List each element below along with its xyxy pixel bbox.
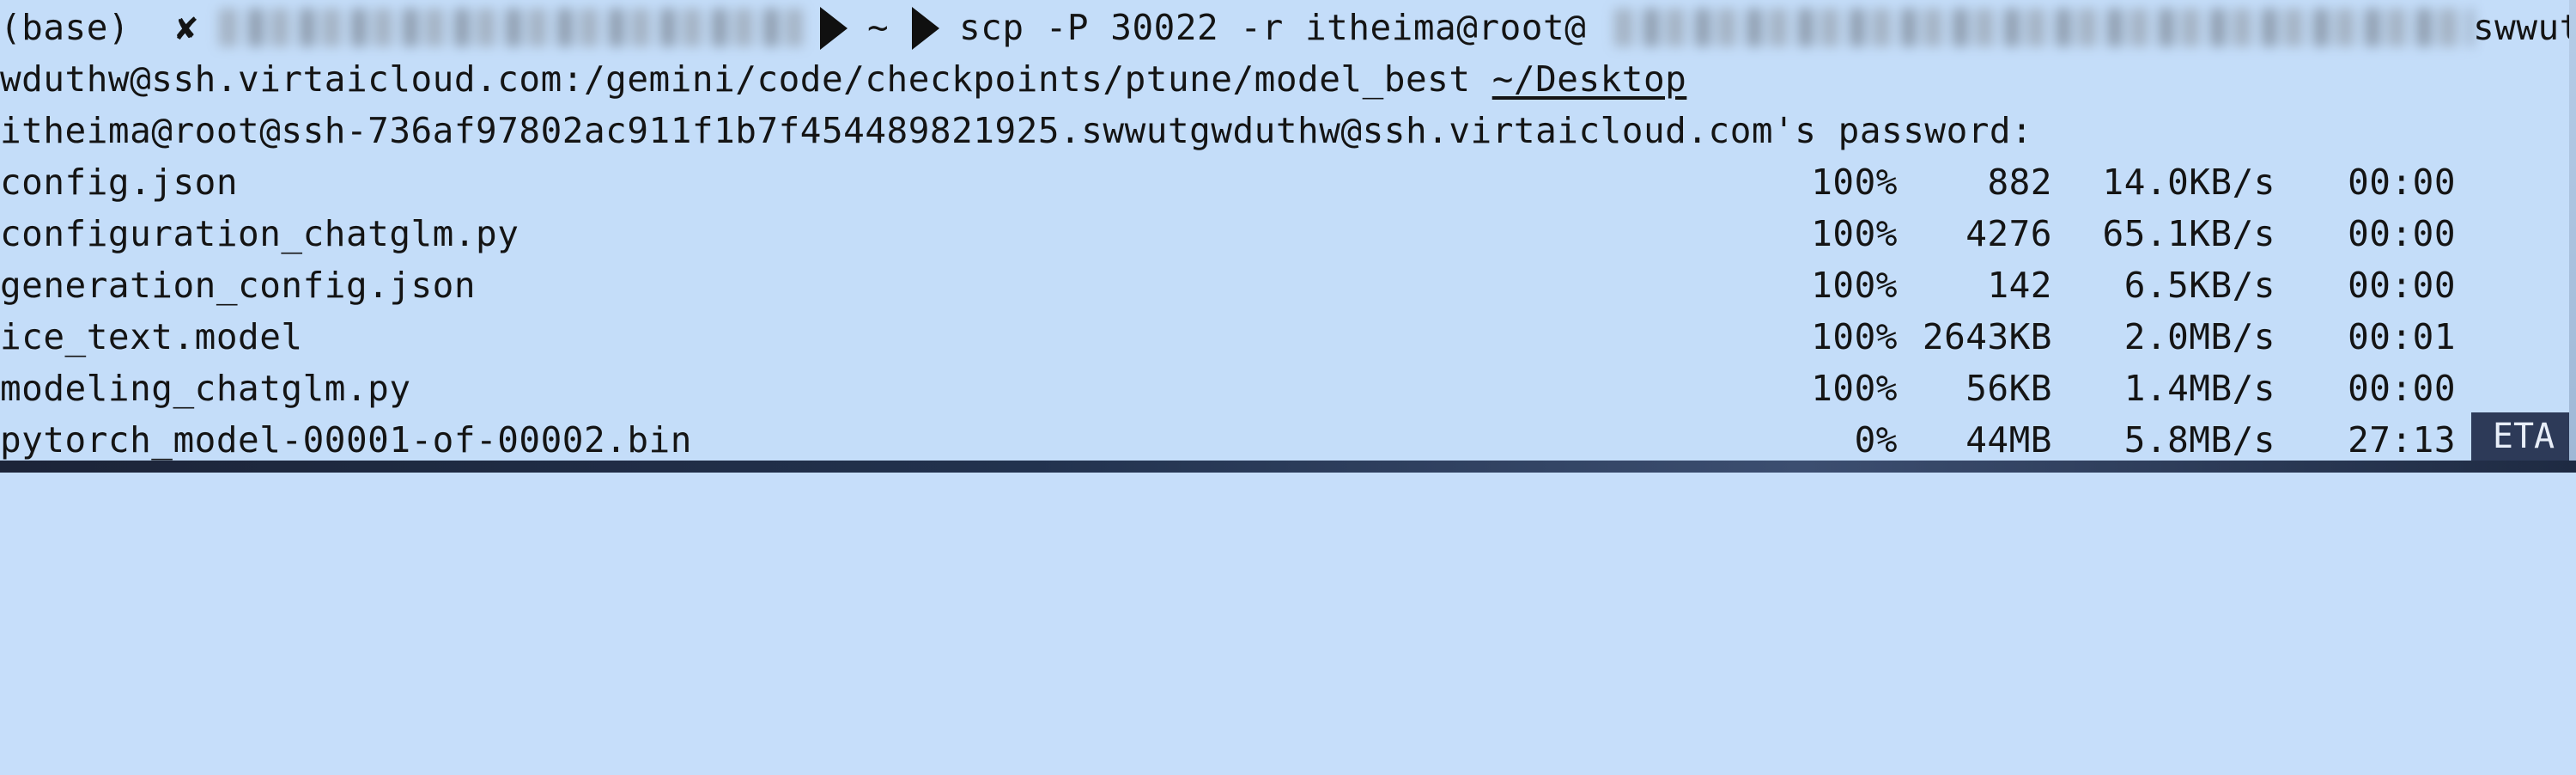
terminal-window[interactable]: (base) ✘ ~ scp -P 30022 -r itheima@root@… [0, 0, 2576, 473]
transfer-time: 00:00 [2348, 213, 2456, 254]
prompt-separator-arrow-icon [820, 7, 848, 50]
transfer-size: 2643KB [1922, 316, 2052, 357]
transfer-size: 44MB [1965, 419, 2052, 461]
transfer-row: config.json 100% 882 14.0KB/s 00:00 [0, 156, 2456, 208]
file-name: modeling_chatglm.py [0, 368, 411, 409]
transfer-rate: 6.5KB/s [2123, 265, 2275, 306]
command-text-tail: swwutg [2473, 7, 2576, 48]
transfer-percent: 100% [1811, 213, 1898, 254]
transfer-size: 882 [1987, 162, 2052, 203]
prompt-line: (base) ✘ ~ scp -P 30022 -r itheima@root@… [0, 2, 2576, 53]
blurred-hostname-segment [1614, 9, 2473, 46]
file-name: pytorch_model-00001-of-00002.bin [0, 419, 692, 461]
current-directory: ~ [867, 7, 890, 48]
transfer-rate: 65.1KB/s [2102, 213, 2275, 254]
transfer-time: 00:01 [2348, 316, 2456, 357]
file-name: config.json [0, 162, 239, 203]
transfer-rate: 14.0KB/s [2102, 162, 2275, 203]
blurred-hostname [219, 9, 803, 46]
error-status-icon: ✘ [176, 7, 198, 48]
transfer-row: generation_config.json 100% 142 6.5KB/s … [0, 259, 2456, 311]
transfer-time: 00:00 [2348, 162, 2456, 203]
transfer-size: 56KB [1965, 368, 2052, 409]
transfer-size: 142 [1987, 265, 2052, 306]
prompt-separator-arrow-icon [912, 7, 939, 50]
remote-path: wduthw@ssh.virtaicloud.com:/gemini/code/… [0, 58, 1492, 100]
transfer-percent: 100% [1811, 162, 1898, 203]
transfer-percent: 0% [1854, 419, 1898, 461]
transfer-time: 00:00 [2348, 368, 2456, 409]
transfer-time: 00:00 [2348, 265, 2456, 306]
window-edge [2569, 0, 2576, 461]
transfer-row: ice_text.model 100% 2643KB 2.0MB/s 00:01 [0, 311, 2456, 363]
transfer-rate: 5.8MB/s [2123, 419, 2275, 461]
command-continuation-line: wduthw@ssh.virtaicloud.com:/gemini/code/… [0, 53, 1686, 105]
file-name: configuration_chatglm.py [0, 213, 519, 254]
desktop-background-strip [0, 461, 2576, 473]
transfer-row: modeling_chatglm.py 100% 56KB 1.4MB/s 00… [0, 363, 2456, 414]
conda-env-label: (base) [0, 7, 131, 48]
transfer-time: 27:13 [2348, 419, 2456, 461]
transfer-percent: 100% [1811, 368, 1898, 409]
transfer-row: configuration_chatglm.py 100% 4276 65.1K… [0, 208, 2456, 259]
transfer-row-active: pytorch_model-00001-of-00002.bin 0% 44MB… [0, 414, 2456, 466]
transfer-rate: 2.0MB/s [2123, 316, 2275, 357]
transfer-size: 4276 [1965, 213, 2052, 254]
transfer-rate: 1.4MB/s [2123, 368, 2275, 409]
command-text: scp -P 30022 -r itheima@root@ [959, 7, 1587, 48]
password-prompt: itheima@root@ssh-736af97802ac911f1b7f454… [0, 110, 2033, 151]
local-destination-path: ~/Desktop [1492, 58, 1687, 100]
file-name: ice_text.model [0, 316, 303, 357]
transfer-percent: 100% [1811, 316, 1898, 357]
eta-label: ETA [2471, 412, 2576, 461]
transfer-percent: 100% [1811, 265, 1898, 306]
file-name: generation_config.json [0, 265, 477, 306]
